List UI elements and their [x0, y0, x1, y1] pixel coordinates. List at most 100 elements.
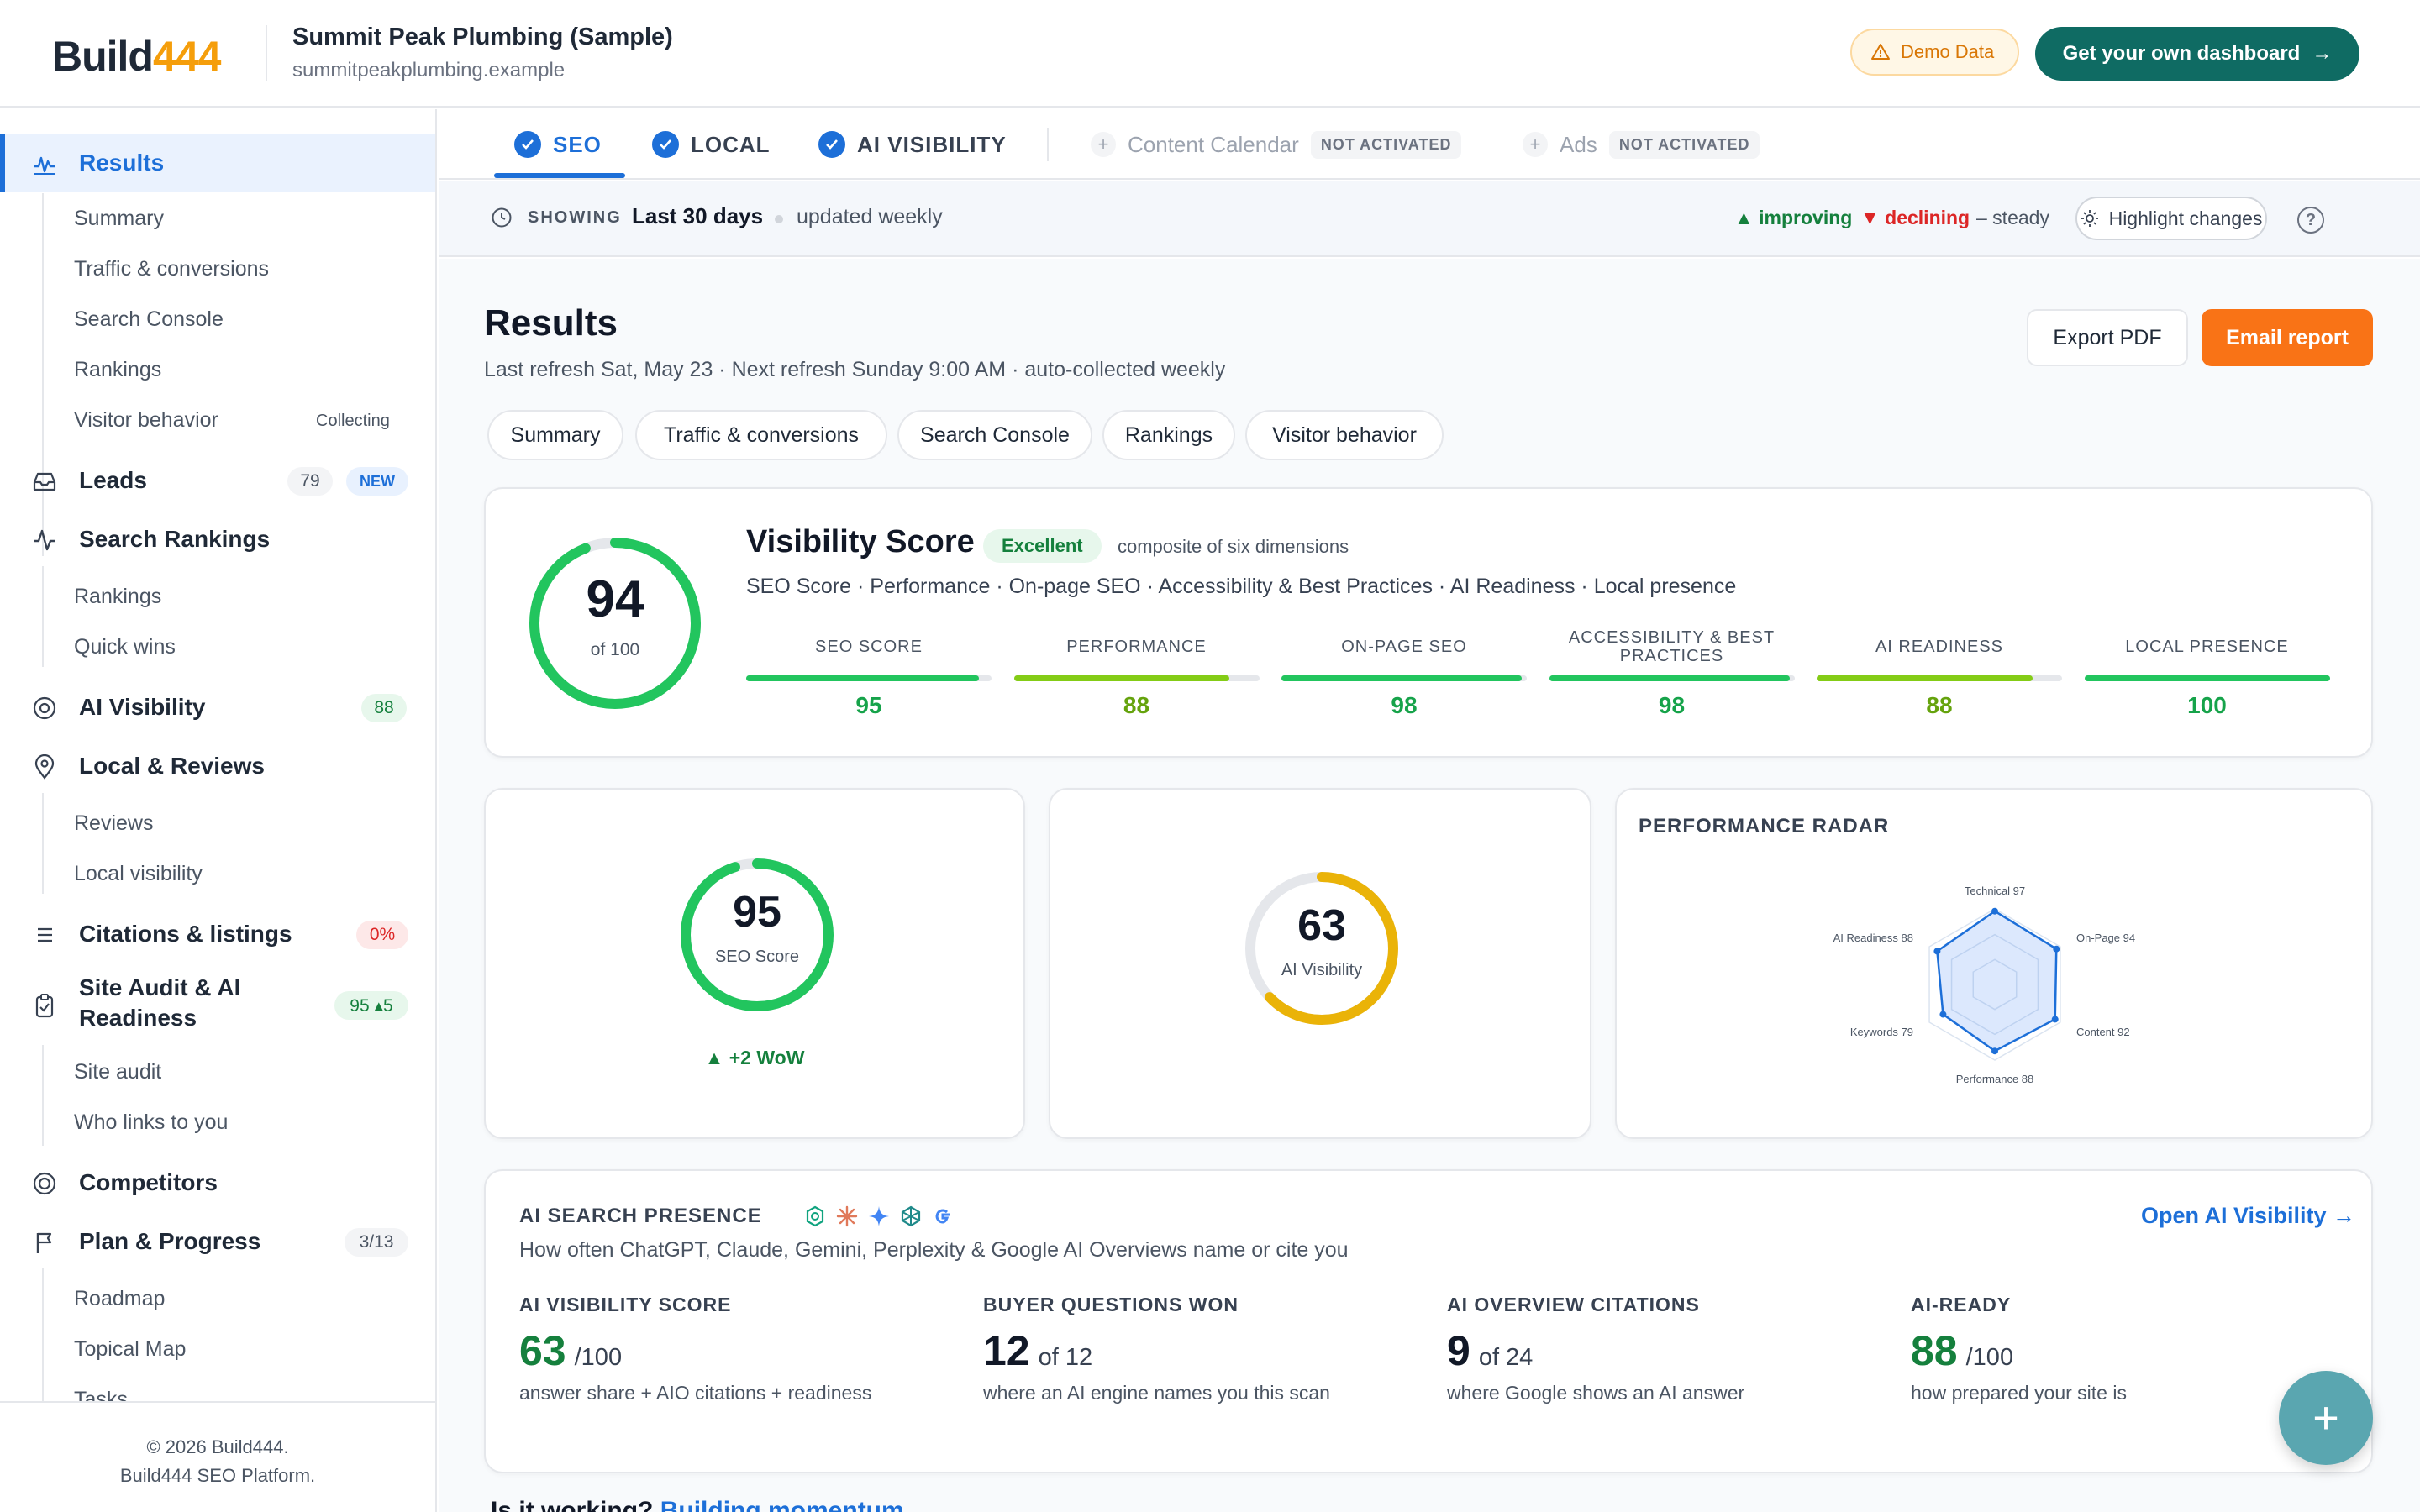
logo[interactable]: Build444 [52, 32, 221, 81]
seo-score-card: 95 SEO Score ▲ +2 WoW [484, 788, 1025, 1139]
perplexity-icon [901, 1205, 921, 1227]
open-ai-visibility-link[interactable]: Open AI Visibility → [2141, 1203, 2355, 1229]
dimension-fill [1817, 675, 2033, 681]
sidebar-sub-site-audit[interactable]: Site audit [74, 1060, 161, 1084]
dimension-track [2084, 675, 2330, 681]
chip-summary[interactable]: Summary [487, 410, 623, 460]
export-pdf-button[interactable]: Export PDF [2027, 309, 2188, 366]
tab-ai-visibility[interactable]: AI VISIBILITY [818, 109, 1007, 180]
tab-seo[interactable]: SEO [514, 109, 602, 180]
dimension-value: 95 [855, 692, 882, 718]
highlight-changes-button[interactable]: Highlight changes [2075, 197, 2267, 240]
dimension-4: AI READINESS 88 [1817, 628, 2062, 718]
add-fab-button[interactable]: + [2279, 1371, 2373, 1465]
metric-denominator: of 12 [1038, 1344, 1093, 1371]
sidebar-footer: © 2026 Build444. Build444 SEO Platform. [0, 1401, 435, 1512]
warning-icon [1871, 44, 1890, 60]
dimension-track [746, 675, 992, 681]
ai-metric-0: AI VISIBILITY SCORE 63/100 answer share + … [519, 1294, 956, 1404]
ai-visibility-card: 63 AI Visibility [1049, 788, 1591, 1139]
sidebar-sub-rankings-2[interactable]: Rankings [74, 585, 161, 609]
metric-heading: AI OVERVIEW CITATIONS [1447, 1294, 1700, 1315]
metric-description: where an AI engine names you this scan [983, 1382, 1330, 1404]
chip-visitor-behavior[interactable]: Visitor behavior [1245, 410, 1444, 460]
tab-local[interactable]: LOCAL [652, 109, 771, 180]
excellent-badge: Excellent [983, 529, 1102, 563]
not-activated-badge: NOT ACTIVATED [1310, 130, 1462, 159]
metric-heading: BUYER QUESTIONS WON [983, 1294, 1239, 1315]
dimension-fill [1013, 675, 1230, 681]
sidebar-item-label: Citations & listings [79, 921, 292, 947]
dimension-label: LOCAL PRESENCE [2125, 638, 2289, 656]
sidebar-item-search-rankings[interactable]: Search Rankings [0, 514, 435, 564]
sidebar-rail [42, 566, 44, 667]
sidebar-rail [42, 1268, 44, 1403]
active-tab-underline [494, 173, 625, 178]
sidebar-sub-backlinks[interactable]: Who links to you [74, 1110, 228, 1135]
chip-rankings[interactable]: Rankings [1102, 410, 1235, 460]
date-range-selector[interactable]: Last 30 days [632, 203, 763, 229]
tab-ads[interactable]: + Ads NOT ACTIVATED [1523, 109, 1760, 180]
dimension-label: AI READINESS [1875, 638, 2004, 656]
sidebar-sub-quick-wins[interactable]: Quick wins [74, 635, 176, 659]
site-name: Summit Peak Plumbing (Sample) [292, 24, 673, 50]
radar-point [1933, 948, 1941, 955]
sidebar-item-label: Results [79, 150, 165, 176]
sidebar-item-label: Leads [79, 467, 147, 493]
tab-content-calendar[interactable]: + Content Calendar NOT ACTIVATED [1091, 109, 1462, 180]
dimension-fill [1549, 675, 1790, 681]
ai-engine-icons [803, 1205, 955, 1228]
dimension-label: ON-PAGE SEO [1341, 638, 1467, 656]
dimension-value: 100 [2187, 692, 2227, 718]
demo-badge-label: Demo Data [1901, 41, 1995, 62]
sidebar-sub-search-console[interactable]: Search Console [74, 307, 224, 332]
dimension-track [1549, 675, 1795, 681]
metric-heading: AI-READY [1911, 1294, 2012, 1315]
metric-denominator: /100 [574, 1344, 623, 1371]
showing-label: SHOWING [528, 208, 622, 227]
check-icon [514, 131, 541, 158]
email-report-button[interactable]: Email report [2202, 309, 2373, 366]
chip-traffic[interactable]: Traffic & conversions [635, 410, 887, 460]
separator-dot [775, 215, 783, 223]
sidebar-sub-summary[interactable]: Summary [74, 207, 164, 231]
sidebar-item-competitors[interactable]: Competitors [0, 1158, 435, 1208]
ai-presence-subtitle: How often ChatGPT, Claude, Gemini, Perpl… [519, 1238, 1349, 1262]
sidebar-item-results[interactable]: Results [0, 138, 435, 188]
flag-icon [36, 1232, 52, 1253]
sidebar-sub-reviews[interactable]: Reviews [74, 811, 153, 836]
get-dashboard-button[interactable]: Get your own dashboard → [2035, 27, 2360, 81]
dimension-value: 98 [1391, 692, 1418, 718]
tab-label: Content Calendar [1128, 131, 1299, 157]
sidebar-sub-traffic[interactable]: Traffic & conversions [74, 257, 269, 281]
legend-steady: – steady [1976, 207, 2049, 228]
sidebar-sub-roadmap[interactable]: Roadmap [74, 1287, 165, 1311]
sidebar-sub-visitor-behavior[interactable]: Visitor behavior [74, 408, 218, 433]
new-badge: NEW [346, 467, 408, 496]
momentum-heading: Is it working? Building momentum [491, 1497, 904, 1512]
tab-label: LOCAL [691, 131, 771, 157]
chip-search-console[interactable]: Search Console [897, 410, 1092, 460]
dimension-0: SEO SCORE 95 [746, 628, 992, 718]
sidebar-sub-local-visibility[interactable]: Local visibility [74, 862, 203, 886]
metric-value-row: 9 of 24 [1447, 1326, 1884, 1375]
clock-icon [492, 207, 512, 228]
citations-count-badge: 0% [356, 921, 408, 949]
help-icon[interactable]: ? [2297, 207, 2324, 234]
sidebar-sub-rankings[interactable]: Rankings [74, 358, 161, 382]
arrow-right-icon: → [2312, 42, 2333, 65]
target-icon [33, 696, 56, 720]
ai-visibility-label: AI Visibility [1281, 961, 1363, 979]
date-range-bar: SHOWING Last 30 days updated weekly ▲ im… [439, 181, 2420, 257]
update-frequency: updated weekly [797, 205, 943, 228]
map-pin-icon [34, 754, 55, 780]
cta-label: Get your own dashboard [2062, 42, 2301, 65]
radar-axis-label: Content 92 [2076, 1026, 2130, 1038]
sidebar-sub-topical-map[interactable]: Topical Map [74, 1337, 186, 1362]
sidebar-item-local-reviews[interactable]: Local & Reviews [0, 741, 435, 791]
visibility-score-card: 94 of 100 Visibility Score Excellent com… [484, 487, 2373, 758]
seo-score-label: SEO Score [714, 948, 800, 966]
visibility-dimensions-list: SEO Score · Performance · On-page SEO · … [746, 575, 1737, 598]
tab-label: AI VISIBILITY [857, 131, 1007, 157]
radar-axis-label: Keywords 79 [1850, 1026, 1913, 1038]
